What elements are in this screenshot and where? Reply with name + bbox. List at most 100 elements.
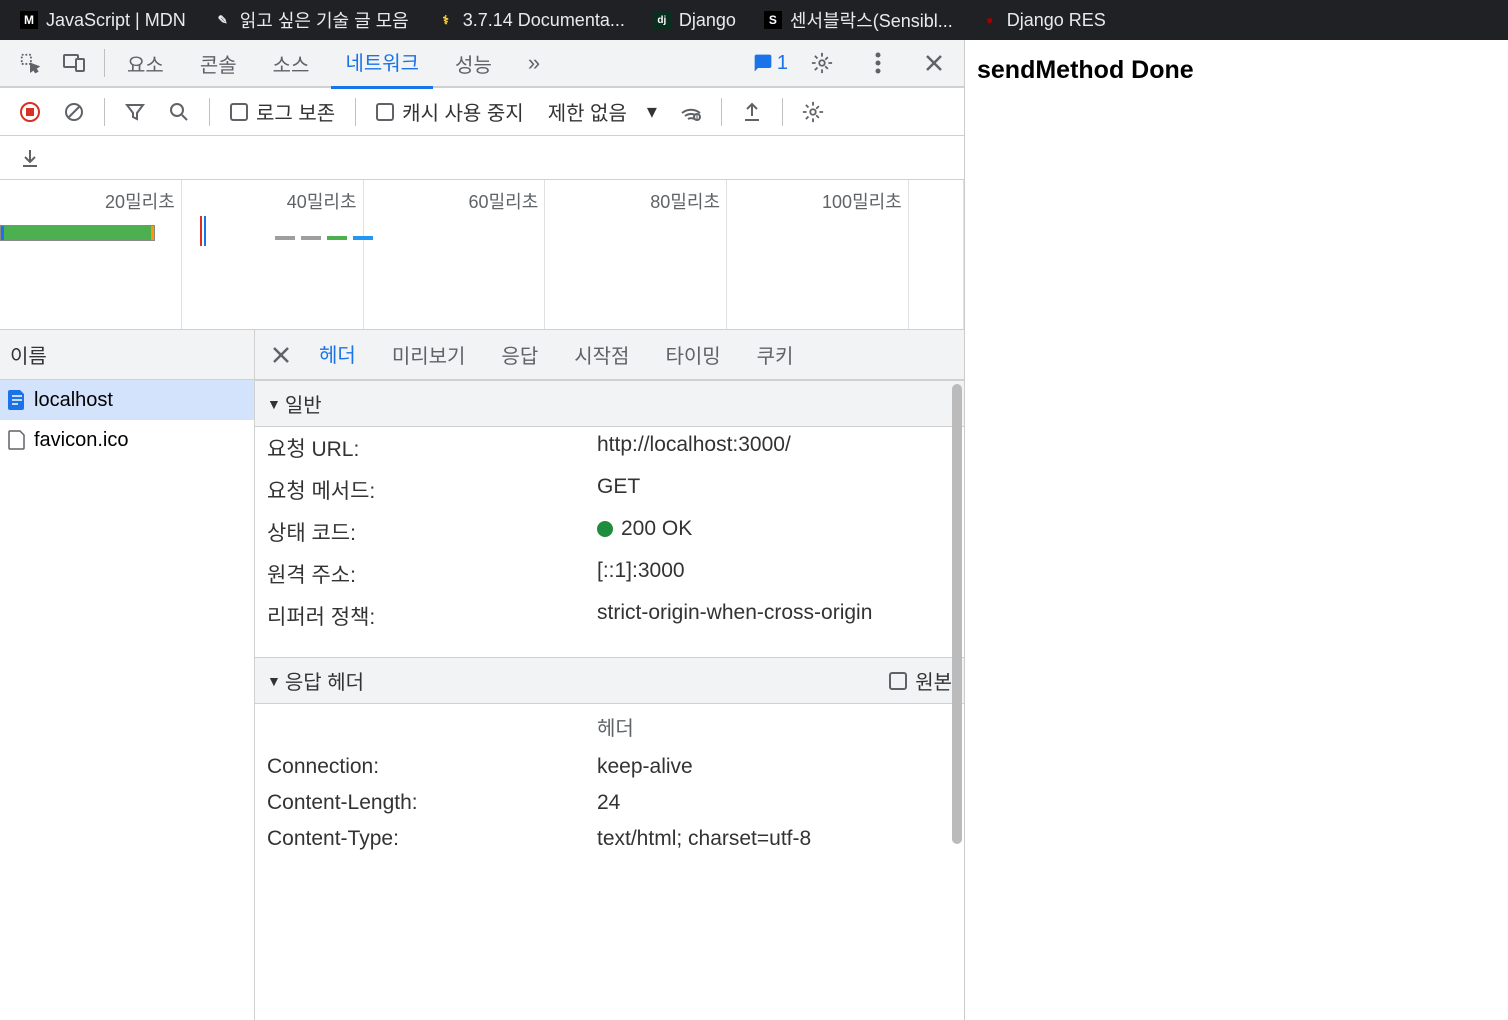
pencil-favicon-icon: ✎ <box>214 11 232 29</box>
page-content: sendMethod Done <box>965 40 1508 1020</box>
detail-value: 200 OK <box>597 517 952 547</box>
timeline-tick: 40밀리초 <box>287 188 357 214</box>
tab-sources[interactable]: 소스 <box>259 39 324 88</box>
detail-tab-initiator[interactable]: 시작점 <box>558 330 645 381</box>
mdn-favicon-icon: M <box>20 11 38 29</box>
tab-label: Django RES <box>1007 10 1106 31</box>
detail-tab-headers[interactable]: 헤더 <box>303 330 372 383</box>
file-icon <box>8 430 26 450</box>
detail-value: http://localhost:3000/ <box>597 433 952 463</box>
detail-value: text/html; charset=utf-8 <box>597 827 952 851</box>
raw-toggle-checkbox[interactable]: 원본 <box>889 666 952 695</box>
detail-row-content-type: Content-Type: text/html; charset=utf-8 <box>255 821 964 857</box>
network-settings-icon[interactable] <box>795 94 831 130</box>
header-sub-label: 헤더 <box>585 704 964 749</box>
panel-tabs: 요소 콘솔 소스 네트워크 성능 » <box>113 37 753 89</box>
issues-badge[interactable]: 1 <box>753 52 788 75</box>
general-section-header[interactable]: ▼ 일반 <box>255 380 964 427</box>
detail-tab-preview[interactable]: 미리보기 <box>376 330 482 381</box>
tab-elements[interactable]: 요소 <box>113 39 178 88</box>
tab-network[interactable]: 네트워크 <box>331 37 433 89</box>
tab-console[interactable]: 콘솔 <box>186 39 251 88</box>
clear-icon[interactable] <box>56 94 92 130</box>
checkbox-icon <box>230 103 248 121</box>
status-dot-icon <box>597 521 613 537</box>
detail-key: 요청 URL: <box>267 433 597 463</box>
page-text: sendMethod Done <box>977 56 1194 84</box>
disable-cache-checkbox[interactable]: 캐시 사용 중지 <box>376 97 524 126</box>
detail-row-referrer: 리퍼러 정책: strict-origin-when-cross-origin <box>255 595 964 637</box>
device-toggle-icon[interactable] <box>56 45 92 81</box>
issues-count: 1 <box>777 52 788 75</box>
settings-icon[interactable] <box>804 45 840 81</box>
search-icon[interactable] <box>161 94 197 130</box>
browser-tab[interactable]: dj Django <box>641 4 748 36</box>
request-name: favicon.ico <box>34 429 129 452</box>
detail-key: Connection: <box>267 755 597 779</box>
download-har-icon[interactable] <box>12 140 48 176</box>
detail-row-remote: 원격 주소: [::1]:3000 <box>255 553 964 595</box>
detail-key: 상태 코드: <box>267 517 597 547</box>
detail-row-connection: Connection: keep-alive <box>255 749 964 785</box>
detail-tabs: 헤더 미리보기 응답 시작점 타이밍 쿠키 <box>255 330 964 380</box>
detail-row-status: 상태 코드: 200 OK <box>255 511 964 553</box>
request-item-localhost[interactable]: localhost <box>0 380 254 420</box>
detail-content: ▼ 일반 요청 URL: http://localhost:3000/ 요청 메… <box>255 380 964 1020</box>
tab-label: Django <box>679 10 736 31</box>
timeline-tick: 80밀리초 <box>650 188 720 214</box>
detail-key: Content-Length: <box>267 791 597 815</box>
close-devtools-icon[interactable] <box>916 45 952 81</box>
request-item-favicon[interactable]: favicon.ico <box>0 420 254 460</box>
detail-value: strict-origin-when-cross-origin <box>597 601 952 631</box>
tab-label: 3.7.14 Documenta... <box>463 10 625 31</box>
more-tabs-icon[interactable]: » <box>514 40 554 86</box>
throttling-select[interactable]: 제한 없음 ▾ <box>548 97 657 126</box>
browser-tab[interactable]: ● Django RES <box>969 4 1118 36</box>
python-favicon-icon: ⚕ <box>437 11 455 29</box>
browser-tabs-bar: M JavaScript | MDN ✎ 읽고 싶은 기술 글 모음 ⚕ 3.7… <box>0 0 1508 40</box>
response-headers-section-header[interactable]: ▼ 응답 헤더 원본 <box>255 657 964 704</box>
response-headers-section-label: 응답 헤더 <box>285 666 364 695</box>
timeline-tick: 60밀리초 <box>469 188 539 214</box>
request-name: localhost <box>34 389 113 412</box>
more-menu-icon[interactable] <box>860 45 896 81</box>
general-section-label: 일반 <box>285 389 322 418</box>
tab-label: JavaScript | MDN <box>46 10 186 31</box>
raw-label: 원본 <box>915 666 952 695</box>
timeline-dashes <box>275 236 373 240</box>
document-icon <box>8 390 26 410</box>
detail-tab-cookies[interactable]: 쿠키 <box>741 330 810 381</box>
chevron-down-icon: ▾ <box>647 99 657 124</box>
upload-har-icon[interactable] <box>734 94 770 130</box>
checkbox-icon <box>376 103 394 121</box>
scrollbar-thumb[interactable] <box>952 384 962 844</box>
browser-tab[interactable]: S 센서블락스(Sensibl... <box>752 4 965 36</box>
browser-tab[interactable]: ✎ 읽고 싶은 기술 글 모음 <box>202 4 421 36</box>
browser-tab[interactable]: ⚕ 3.7.14 Documenta... <box>425 4 637 36</box>
network-conditions-icon[interactable] <box>673 94 709 130</box>
timeline-tick: 20밀리초 <box>105 188 175 214</box>
detail-tab-response[interactable]: 응답 <box>485 330 554 381</box>
detail-key: 요청 메서드: <box>267 475 597 505</box>
close-detail-icon[interactable] <box>263 337 299 373</box>
detail-key: 원격 주소: <box>267 559 597 589</box>
tab-performance[interactable]: 성능 <box>441 39 506 88</box>
record-icon[interactable] <box>12 94 48 130</box>
triangle-down-icon: ▼ <box>267 673 281 689</box>
browser-tab[interactable]: M JavaScript | MDN <box>8 4 198 36</box>
network-toolbar: 로그 보존 캐시 사용 중지 제한 없음 ▾ <box>0 88 964 136</box>
triangle-down-icon: ▼ <box>267 396 281 412</box>
tab-label: 읽고 싶은 기술 글 모음 <box>240 7 409 33</box>
filter-icon[interactable] <box>117 94 153 130</box>
network-timeline[interactable]: 20밀리초 40밀리초 60밀리초 80밀리초 100밀리초 <box>0 180 964 330</box>
request-list: 이름 localhost favicon.ico <box>0 330 255 1020</box>
preserve-log-checkbox[interactable]: 로그 보존 <box>230 97 335 126</box>
network-sub-toolbar <box>0 136 964 180</box>
timeline-tick: 100밀리초 <box>822 188 902 214</box>
detail-value: 24 <box>597 791 952 815</box>
detail-value: [::1]:3000 <box>597 559 952 589</box>
detail-tab-timing[interactable]: 타이밍 <box>649 330 736 381</box>
request-list-header[interactable]: 이름 <box>0 330 254 380</box>
inspect-element-icon[interactable] <box>12 45 48 81</box>
disable-cache-label: 캐시 사용 중지 <box>402 97 524 126</box>
